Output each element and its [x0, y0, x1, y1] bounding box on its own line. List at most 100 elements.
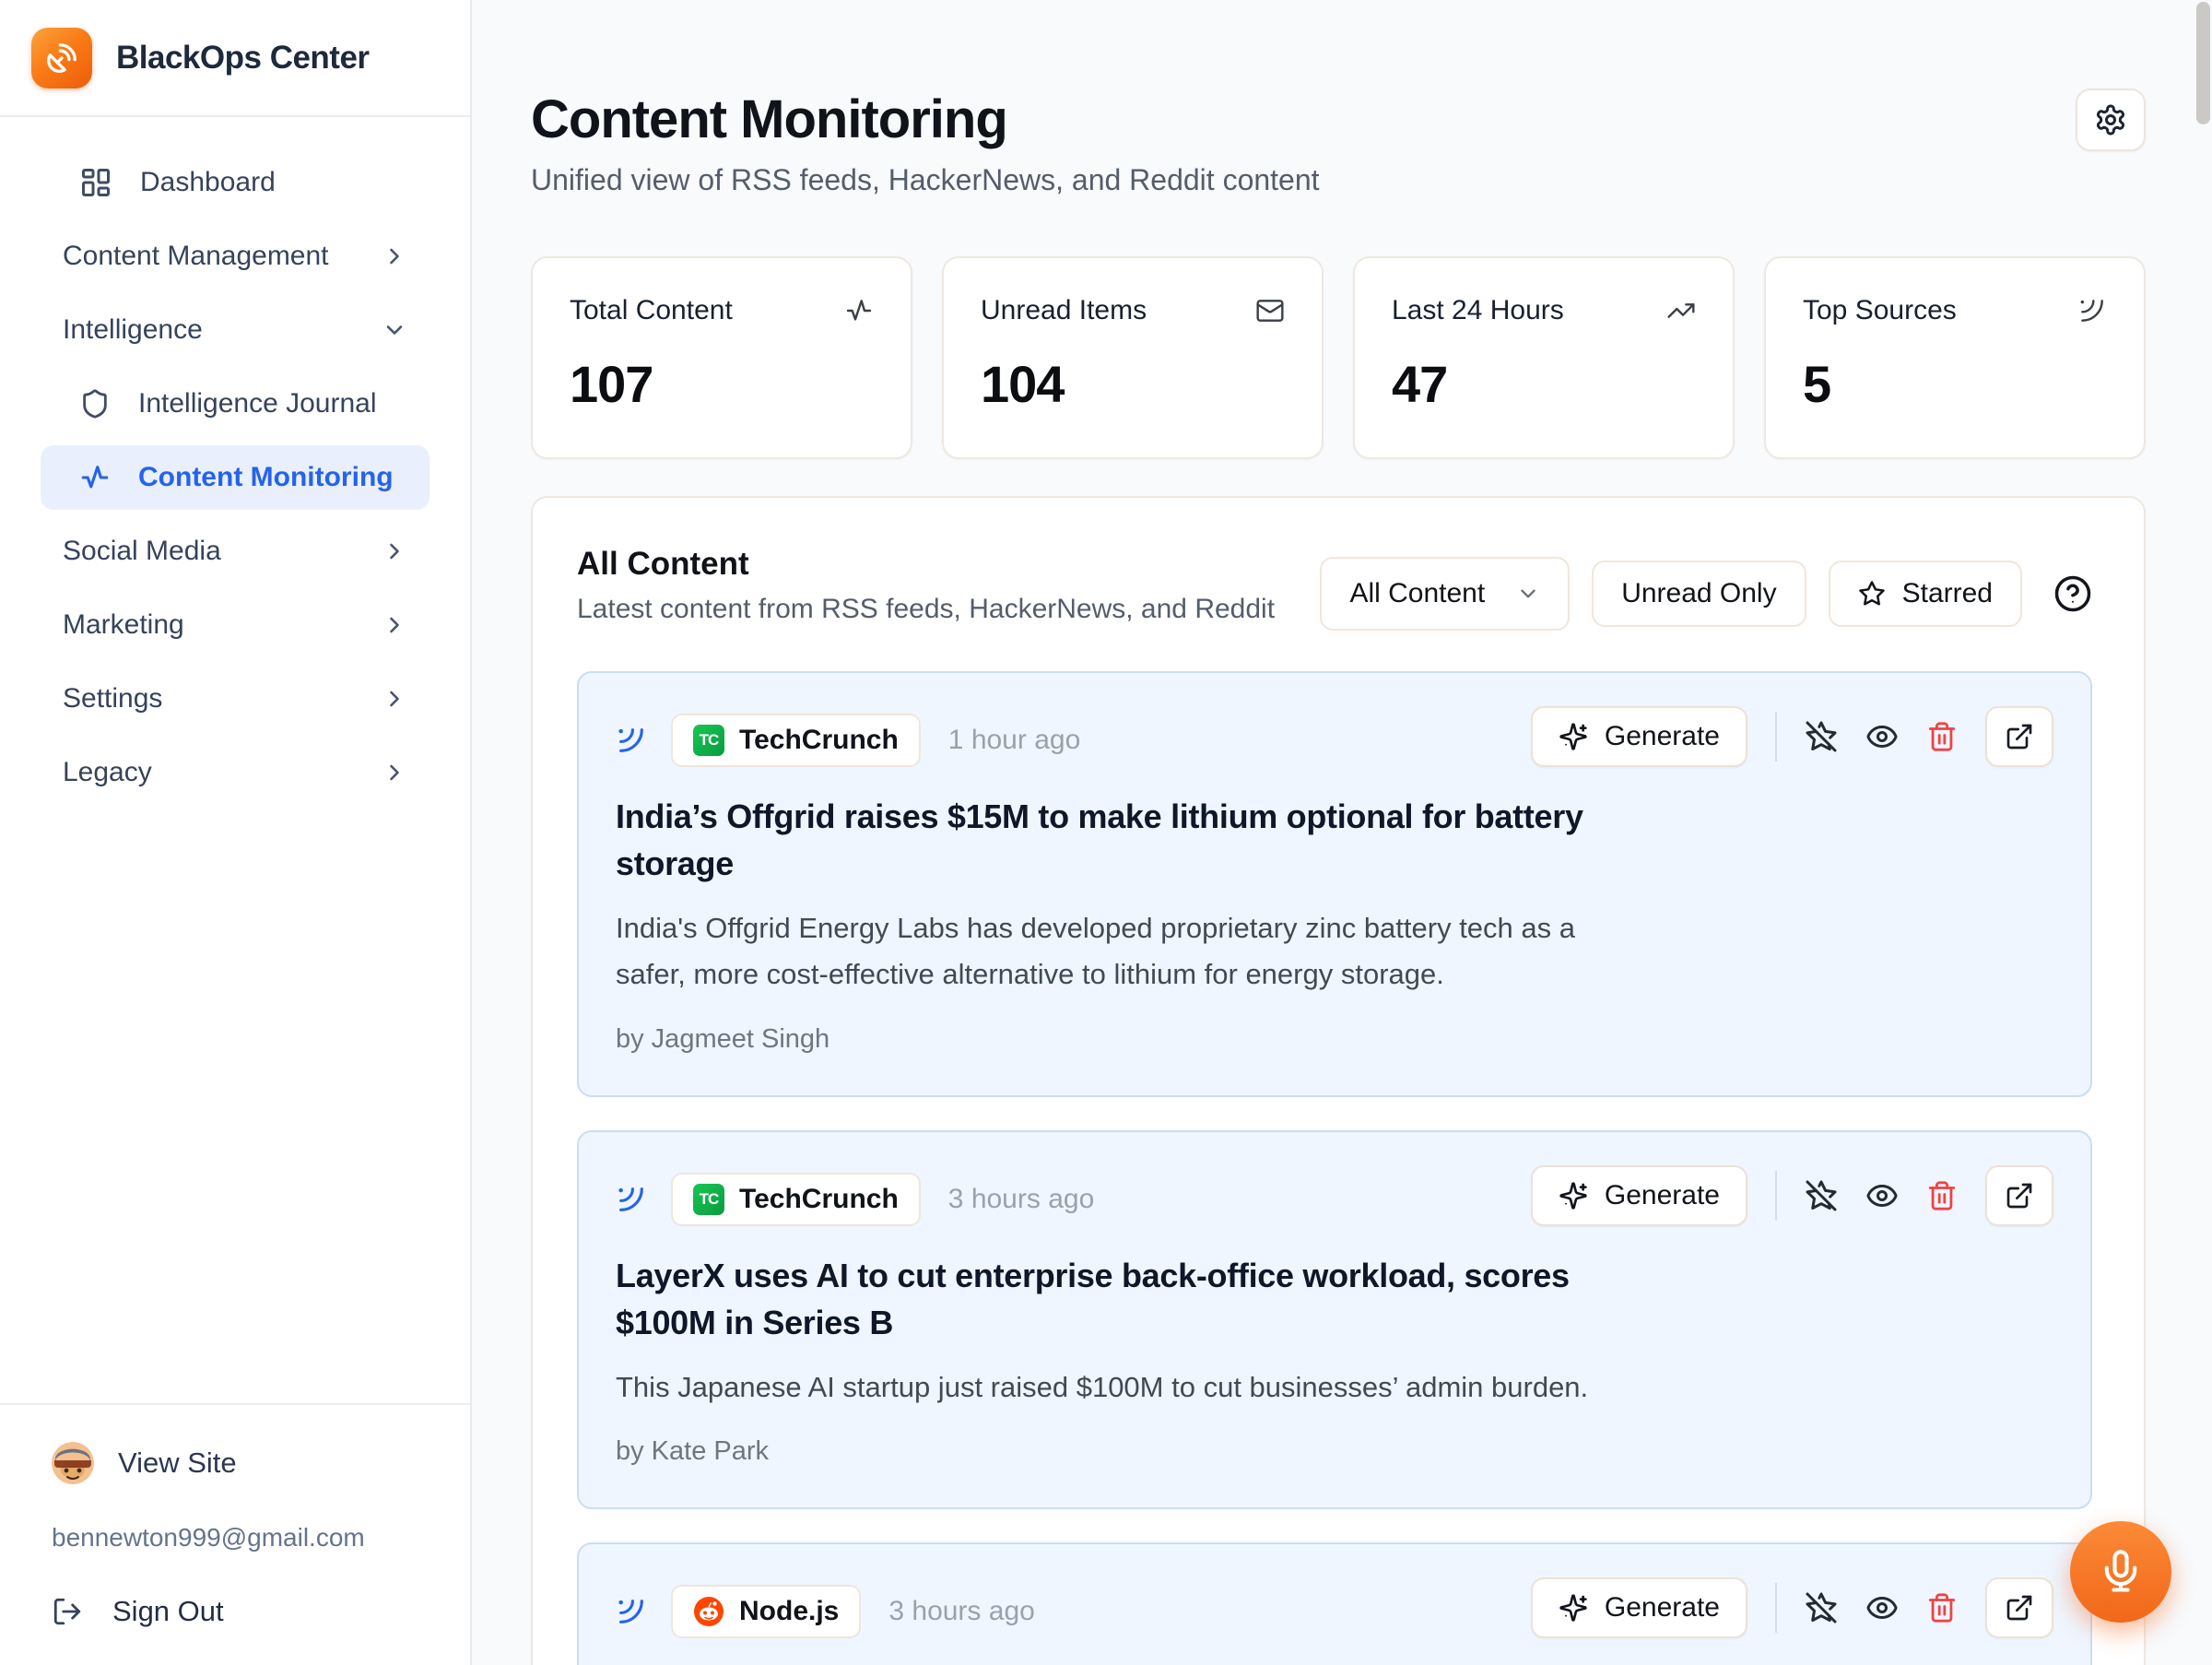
trash-icon[interactable] — [1926, 721, 1958, 752]
sidebar-item-label: Legacy — [63, 757, 152, 788]
rss-icon — [2077, 296, 2107, 325]
activity-icon — [79, 462, 111, 493]
sparkles-icon — [1559, 1593, 1588, 1623]
external-link-icon — [2005, 1181, 2034, 1210]
view-site-label: View Site — [118, 1447, 237, 1480]
rss-icon — [616, 1596, 647, 1627]
eye-icon[interactable] — [1865, 1591, 1899, 1624]
microphone-icon — [2097, 1548, 2145, 1596]
stat-label: Top Sources — [1803, 295, 1957, 326]
eye-icon[interactable] — [1865, 720, 1899, 753]
content-item-card: TC TechCrunch 1 hour ago Generate — [577, 671, 2092, 1097]
source-badge[interactable]: TC TechCrunch — [671, 714, 921, 767]
satellite-dish-icon — [31, 28, 92, 89]
stat-card-top-sources: Top Sources 5 — [1764, 256, 2146, 459]
content-byline: by Kate Park — [616, 1436, 2053, 1467]
sidebar-item-intelligence-journal[interactable]: Intelligence Journal — [41, 372, 429, 436]
chevron-right-icon — [382, 760, 407, 785]
logout-icon — [52, 1596, 83, 1627]
divider — [1775, 1171, 1777, 1221]
stat-label: Total Content — [570, 295, 733, 326]
sidebar-nav: Dashboard Content Management Intelligenc… — [0, 117, 470, 1403]
sidebar-item-intelligence[interactable]: Intelligence — [41, 298, 429, 362]
sign-out-button[interactable]: Sign Out — [52, 1595, 446, 1628]
page-subtitle: Unified view of RSS feeds, HackerNews, a… — [531, 163, 1320, 197]
gear-icon — [2094, 103, 2127, 136]
sidebar-item-content-management[interactable]: Content Management — [41, 224, 429, 289]
sidebar-item-content-monitoring[interactable]: Content Monitoring — [41, 445, 429, 510]
page-title: Content Monitoring — [531, 89, 1320, 150]
sidebar-footer: View Site bennewton999@gmail.com Sign Ou… — [0, 1403, 470, 1665]
generate-label: Generate — [1605, 1180, 1720, 1211]
source-badge[interactable]: Node.js — [671, 1585, 861, 1638]
timestamp: 3 hours ago — [948, 1184, 1094, 1215]
avatar — [52, 1442, 94, 1484]
panel-title: All Content — [577, 546, 1275, 583]
source-name: Node.js — [739, 1596, 839, 1627]
stat-label: Unread Items — [981, 295, 1147, 326]
content-title[interactable]: LayerX uses AI to cut enterprise back-of… — [616, 1252, 1666, 1346]
sidebar-item-label: Dashboard — [140, 167, 276, 198]
unread-only-label: Unread Only — [1621, 578, 1776, 609]
star-icon — [1858, 580, 1886, 608]
sidebar-item-label: Social Media — [63, 536, 221, 567]
eye-icon[interactable] — [1865, 1179, 1899, 1212]
view-site-link[interactable]: View Site — [52, 1442, 446, 1484]
sidebar-item-label: Content Monitoring — [138, 462, 394, 493]
dashboard-grid-icon — [79, 166, 112, 199]
content-title[interactable]: India’s Offgrid raises $15M to make lith… — [616, 793, 1666, 887]
sidebar-item-label: Content Management — [63, 241, 329, 272]
stats-row: Total Content 107 Unread Items 104 Last … — [531, 256, 2146, 459]
content-filter-select[interactable]: All Content — [1320, 557, 1570, 631]
scrollbar-thumb[interactable] — [2196, 2, 2210, 124]
sidebar-item-label: Intelligence Journal — [138, 388, 377, 419]
voice-input-button[interactable] — [2070, 1521, 2171, 1623]
starred-label: Starred — [1902, 578, 1993, 609]
divider — [1775, 1583, 1777, 1633]
content-byline: by Jagmeet Singh — [616, 1024, 2053, 1055]
starred-filter-button[interactable]: Starred — [1829, 561, 2022, 627]
trash-icon[interactable] — [1926, 1180, 1958, 1211]
mail-icon — [1255, 296, 1285, 325]
stat-label: Last 24 Hours — [1392, 295, 1564, 326]
sidebar-item-marketing[interactable]: Marketing — [41, 593, 429, 657]
stat-card-unread-items: Unread Items 104 — [942, 256, 1324, 459]
sidebar: BlackOps Center Dashboard Content Manage… — [0, 0, 472, 1665]
all-content-panel: All Content Latest content from RSS feed… — [531, 496, 2146, 1665]
trash-icon[interactable] — [1926, 1592, 1958, 1624]
app-title: BlackOps Center — [116, 40, 370, 77]
star-off-icon[interactable] — [1805, 720, 1838, 753]
open-external-button[interactable] — [1985, 1165, 2053, 1226]
star-off-icon[interactable] — [1805, 1179, 1838, 1212]
panel-subtitle: Latest content from RSS feeds, HackerNew… — [577, 594, 1275, 625]
main-content: Content Monitoring Unified view of RSS f… — [472, 0, 2212, 1665]
help-circle-icon[interactable] — [2053, 574, 2092, 613]
sidebar-item-label: Intelligence — [63, 314, 203, 346]
chevron-right-icon — [382, 538, 407, 564]
sidebar-item-legacy[interactable]: Legacy — [41, 740, 429, 805]
chevron-down-icon — [382, 317, 407, 343]
divider — [1775, 712, 1777, 762]
generate-button[interactable]: Generate — [1531, 706, 1747, 767]
source-badge[interactable]: TC TechCrunch — [671, 1173, 921, 1226]
rss-icon — [616, 1184, 647, 1215]
star-off-icon[interactable] — [1805, 1591, 1838, 1624]
unread-only-button[interactable]: Unread Only — [1592, 561, 1806, 627]
sparkles-icon — [1559, 722, 1588, 751]
trending-up-icon — [1666, 296, 1696, 325]
open-external-button[interactable] — [1985, 1577, 2053, 1638]
settings-button[interactable] — [2076, 89, 2146, 151]
generate-label: Generate — [1605, 1592, 1720, 1624]
external-link-icon — [2005, 722, 2034, 751]
sidebar-item-social-media[interactable]: Social Media — [41, 519, 429, 584]
stat-value: 107 — [570, 354, 874, 414]
generate-label: Generate — [1605, 721, 1720, 752]
sidebar-item-settings[interactable]: Settings — [41, 667, 429, 731]
generate-button[interactable]: Generate — [1531, 1165, 1747, 1226]
stat-value: 104 — [981, 354, 1285, 414]
sparkles-icon — [1559, 1181, 1588, 1210]
chevron-down-icon — [1516, 582, 1540, 606]
sidebar-item-dashboard[interactable]: Dashboard — [41, 150, 429, 215]
generate-button[interactable]: Generate — [1531, 1577, 1747, 1638]
open-external-button[interactable] — [1985, 706, 2053, 767]
